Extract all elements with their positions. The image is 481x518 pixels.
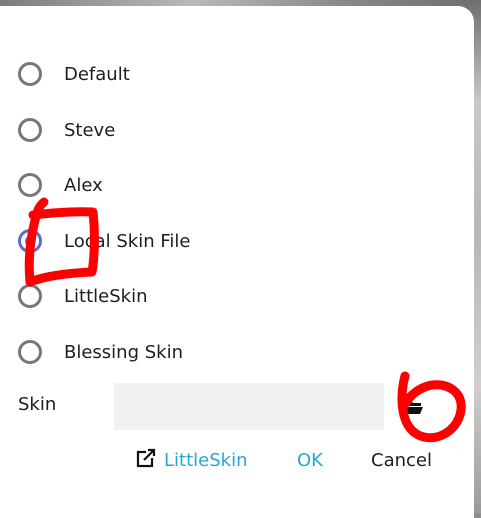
radio-option-steve[interactable]: Steve (18, 112, 115, 148)
radio-button[interactable] (18, 62, 42, 86)
radio-label: Steve (64, 119, 116, 141)
littleskin-link-button[interactable]: LittleSkin (136, 448, 247, 472)
radio-button[interactable] (18, 118, 42, 142)
external-link-icon (136, 448, 164, 473)
radio-button[interactable] (18, 340, 42, 364)
radio-label: LittleSkin (64, 285, 148, 307)
littleskin-link-label: LittleSkin (164, 449, 248, 471)
skin-field-label: Skin (18, 394, 57, 415)
radio-option-default[interactable]: Default (18, 56, 130, 92)
skin-path-input[interactable] (114, 383, 384, 430)
radio-button[interactable] (18, 173, 42, 197)
cancel-button[interactable]: Cancel (371, 448, 432, 472)
radio-label: Default (64, 63, 130, 85)
skin-selection-dialog: Default Steve Alex Local Skin File Littl… (0, 6, 474, 518)
radio-label: Local Skin File (64, 230, 191, 252)
radio-button[interactable] (18, 284, 42, 308)
radio-option-blessing-skin[interactable]: Blessing Skin (18, 334, 183, 370)
folder-open-icon[interactable] (404, 398, 424, 416)
ok-button[interactable]: OK (297, 448, 323, 472)
radio-label: Blessing Skin (64, 341, 183, 363)
radio-label: Alex (64, 174, 103, 196)
radio-option-local-skin-file[interactable]: Local Skin File (18, 223, 190, 259)
radio-button[interactable] (18, 229, 42, 253)
radio-option-littleskin[interactable]: LittleSkin (18, 278, 147, 314)
radio-option-alex[interactable]: Alex (18, 167, 103, 203)
